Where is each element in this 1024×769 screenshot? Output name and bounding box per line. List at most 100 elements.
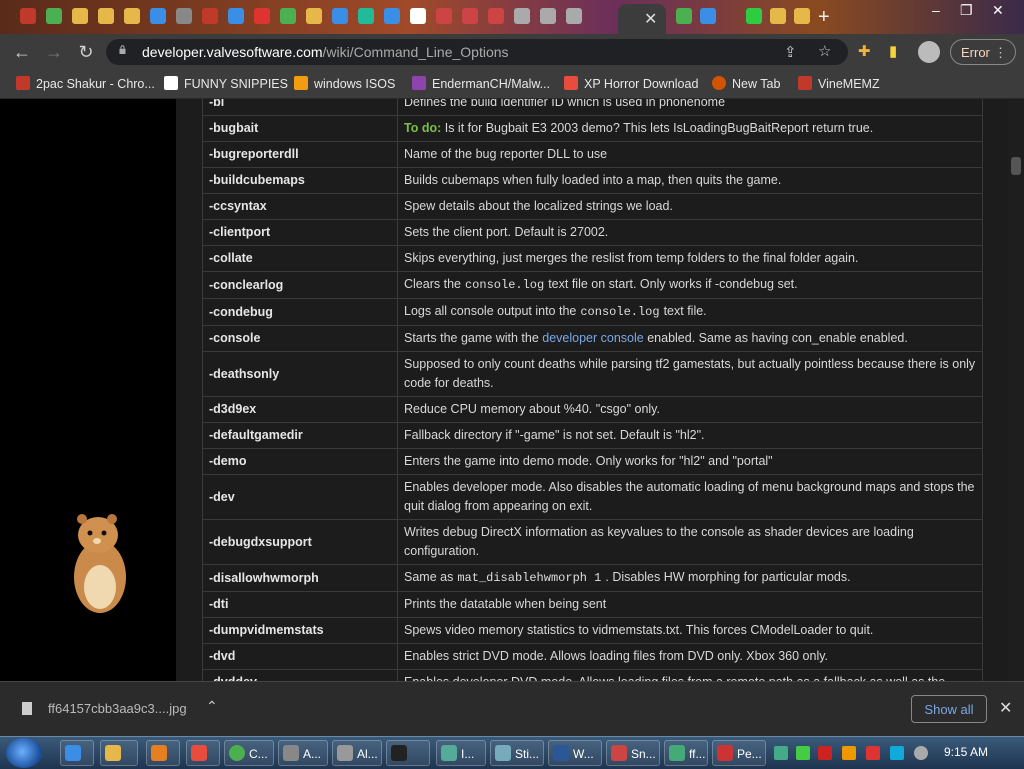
- taskbar-button[interactable]: Sti...: [490, 740, 544, 766]
- tab-favicon-icon[interactable]: [280, 8, 296, 24]
- bookmark-item[interactable]: New Tab: [712, 76, 780, 91]
- bookmark-item[interactable]: EndermanCH/Malw...: [412, 76, 550, 91]
- tab-favicon-icon[interactable]: [746, 8, 762, 24]
- taskbar-button[interactable]: Pe...: [712, 740, 766, 766]
- taskbar-button[interactable]: I...: [436, 740, 486, 766]
- bookmark-item[interactable]: VineMEMZ: [798, 76, 880, 91]
- bookmark-item[interactable]: FUNNY SNIPPIES: [164, 76, 288, 91]
- description-text: Clears the: [404, 277, 461, 291]
- tab-favicon-icon[interactable]: [254, 8, 270, 24]
- bookmark-item[interactable]: 2pac Shakur - Chro...: [16, 76, 155, 91]
- tab-favicon-icon[interactable]: [410, 8, 426, 24]
- taskbar-button[interactable]: A...: [278, 740, 328, 766]
- tray-icon[interactable]: [796, 746, 810, 760]
- description-text: text file on start. Only works if -conde…: [548, 277, 798, 291]
- windows-taskbar: C... A... Al... I... Sti... W... Sn... f…: [0, 736, 1024, 769]
- table-row: -console Starts the game with the develop…: [202, 325, 983, 352]
- option-name: -disallowhwmorph: [202, 564, 398, 592]
- active-tab[interactable]: ✕: [618, 4, 666, 34]
- show-all-button[interactable]: Show all: [911, 695, 987, 723]
- profile-avatar[interactable]: [918, 41, 940, 63]
- forward-icon[interactable]: →: [42, 40, 66, 64]
- bookmark-star-icon[interactable]: ☆: [818, 42, 831, 60]
- tab-favicon-icon[interactable]: [566, 8, 582, 24]
- tab-favicon-icon[interactable]: [436, 8, 452, 24]
- close-window-icon[interactable]: ✕: [992, 2, 1004, 19]
- tray-icon[interactable]: [890, 746, 904, 760]
- taskbar-label: Sti...: [515, 747, 540, 761]
- tab-favicon-icon[interactable]: [228, 8, 244, 24]
- tab-favicon-icon[interactable]: [98, 8, 114, 24]
- tray-icon[interactable]: [842, 746, 856, 760]
- tab-favicon-icon[interactable]: [332, 8, 348, 24]
- 7zip-icon[interactable]: [386, 740, 430, 766]
- bookmark-item[interactable]: XP Horror Download: [564, 76, 698, 91]
- taskbar-button[interactable]: C...: [224, 740, 274, 766]
- tab-favicon-icon[interactable]: [514, 8, 530, 24]
- file-icon: [22, 702, 32, 715]
- tab-favicon-icon[interactable]: [358, 8, 374, 24]
- download-item[interactable]: ff64157cbb3aa9c3....jpg: [22, 701, 187, 716]
- developer-console-link[interactable]: developer console: [542, 331, 643, 345]
- restore-icon[interactable]: ❐: [960, 2, 973, 19]
- option-name: -collate: [202, 245, 398, 272]
- tab-favicon-icon[interactable]: [124, 8, 140, 24]
- tray-icon[interactable]: [774, 746, 788, 760]
- tray-icon[interactable]: [818, 746, 832, 760]
- share-icon[interactable]: ⇪: [784, 43, 797, 61]
- chevron-up-icon[interactable]: ⌃: [206, 698, 218, 715]
- scrollbar-thumb[interactable]: [1011, 157, 1021, 175]
- table-row: -dev Enables developer mode. Also disable…: [202, 474, 983, 520]
- tab-favicon-icon[interactable]: [770, 8, 786, 24]
- description-text: Enters the game into demo mode. Only wor…: [404, 454, 773, 468]
- close-tab-icon[interactable]: ✕: [644, 9, 657, 29]
- tab-favicon-icon[interactable]: [676, 8, 692, 24]
- description-text: Enables strict DVD mode. Allows loading …: [404, 649, 829, 663]
- new-tab-icon[interactable]: +: [818, 6, 830, 29]
- taskbar-button[interactable]: Al...: [332, 740, 382, 766]
- ie-icon[interactable]: [60, 740, 94, 766]
- side-panel-icon[interactable]: ▮: [889, 42, 897, 60]
- tab-favicon-icon[interactable]: [700, 8, 716, 24]
- tab-favicon-icon[interactable]: [488, 8, 504, 24]
- bookmark-label: windows ISOS: [314, 77, 396, 91]
- option-name: -dev: [202, 474, 398, 520]
- bookmark-item[interactable]: windows ISOS: [294, 76, 395, 91]
- tab-favicon-icon[interactable]: [462, 8, 478, 24]
- tab-favicon-icon[interactable]: [176, 8, 192, 24]
- taskbar-button[interactable]: Sn...: [606, 740, 660, 766]
- volume-icon[interactable]: [914, 746, 928, 760]
- tab-favicon-icon[interactable]: [540, 8, 556, 24]
- taskbar-label: I...: [461, 747, 475, 761]
- extensions-icon[interactable]: ✚: [858, 42, 871, 60]
- bookmark-favicon-icon: [164, 76, 178, 90]
- tab-favicon-icon[interactable]: [306, 8, 322, 24]
- tab-favicon-icon[interactable]: [46, 8, 62, 24]
- address-bar[interactable]: developer.valvesoftware.com/wiki/Command…: [106, 39, 848, 65]
- error-button[interactable]: Error ⋮: [950, 39, 1016, 65]
- taskbar-button[interactable]: ff...: [664, 740, 708, 766]
- tray-icon[interactable]: [866, 746, 880, 760]
- option-name: -demo: [202, 448, 398, 475]
- tab-favicon-icon[interactable]: [384, 8, 400, 24]
- tab-favicon-icon[interactable]: [72, 8, 88, 24]
- reload-icon[interactable]: ↻: [74, 40, 98, 64]
- tab-favicon-icon[interactable]: [150, 8, 166, 24]
- close-download-bar-icon[interactable]: ✕: [999, 698, 1012, 718]
- clock[interactable]: 9:15 AM: [944, 745, 988, 759]
- page-scrollbar[interactable]: [1008, 99, 1024, 681]
- menu-dots-icon[interactable]: ⋮: [984, 40, 1007, 66]
- explorer-icon[interactable]: [100, 740, 138, 766]
- tab-favicon-icon[interactable]: [20, 8, 36, 24]
- description-text: Defines the build identifier ID which is…: [404, 99, 726, 109]
- description-text: Spew details about the localized strings…: [404, 199, 673, 213]
- minimize-icon[interactable]: –: [932, 2, 940, 18]
- tab-favicon-icon[interactable]: [202, 8, 218, 24]
- tab-favicon-icon[interactable]: [794, 8, 810, 24]
- app-icon[interactable]: [186, 740, 220, 766]
- taskbar-button[interactable]: W...: [548, 740, 602, 766]
- option-name: -bugreporterdll: [202, 141, 398, 168]
- back-icon[interactable]: ←: [10, 40, 34, 64]
- start-button[interactable]: [6, 738, 42, 768]
- media-player-icon[interactable]: [146, 740, 180, 766]
